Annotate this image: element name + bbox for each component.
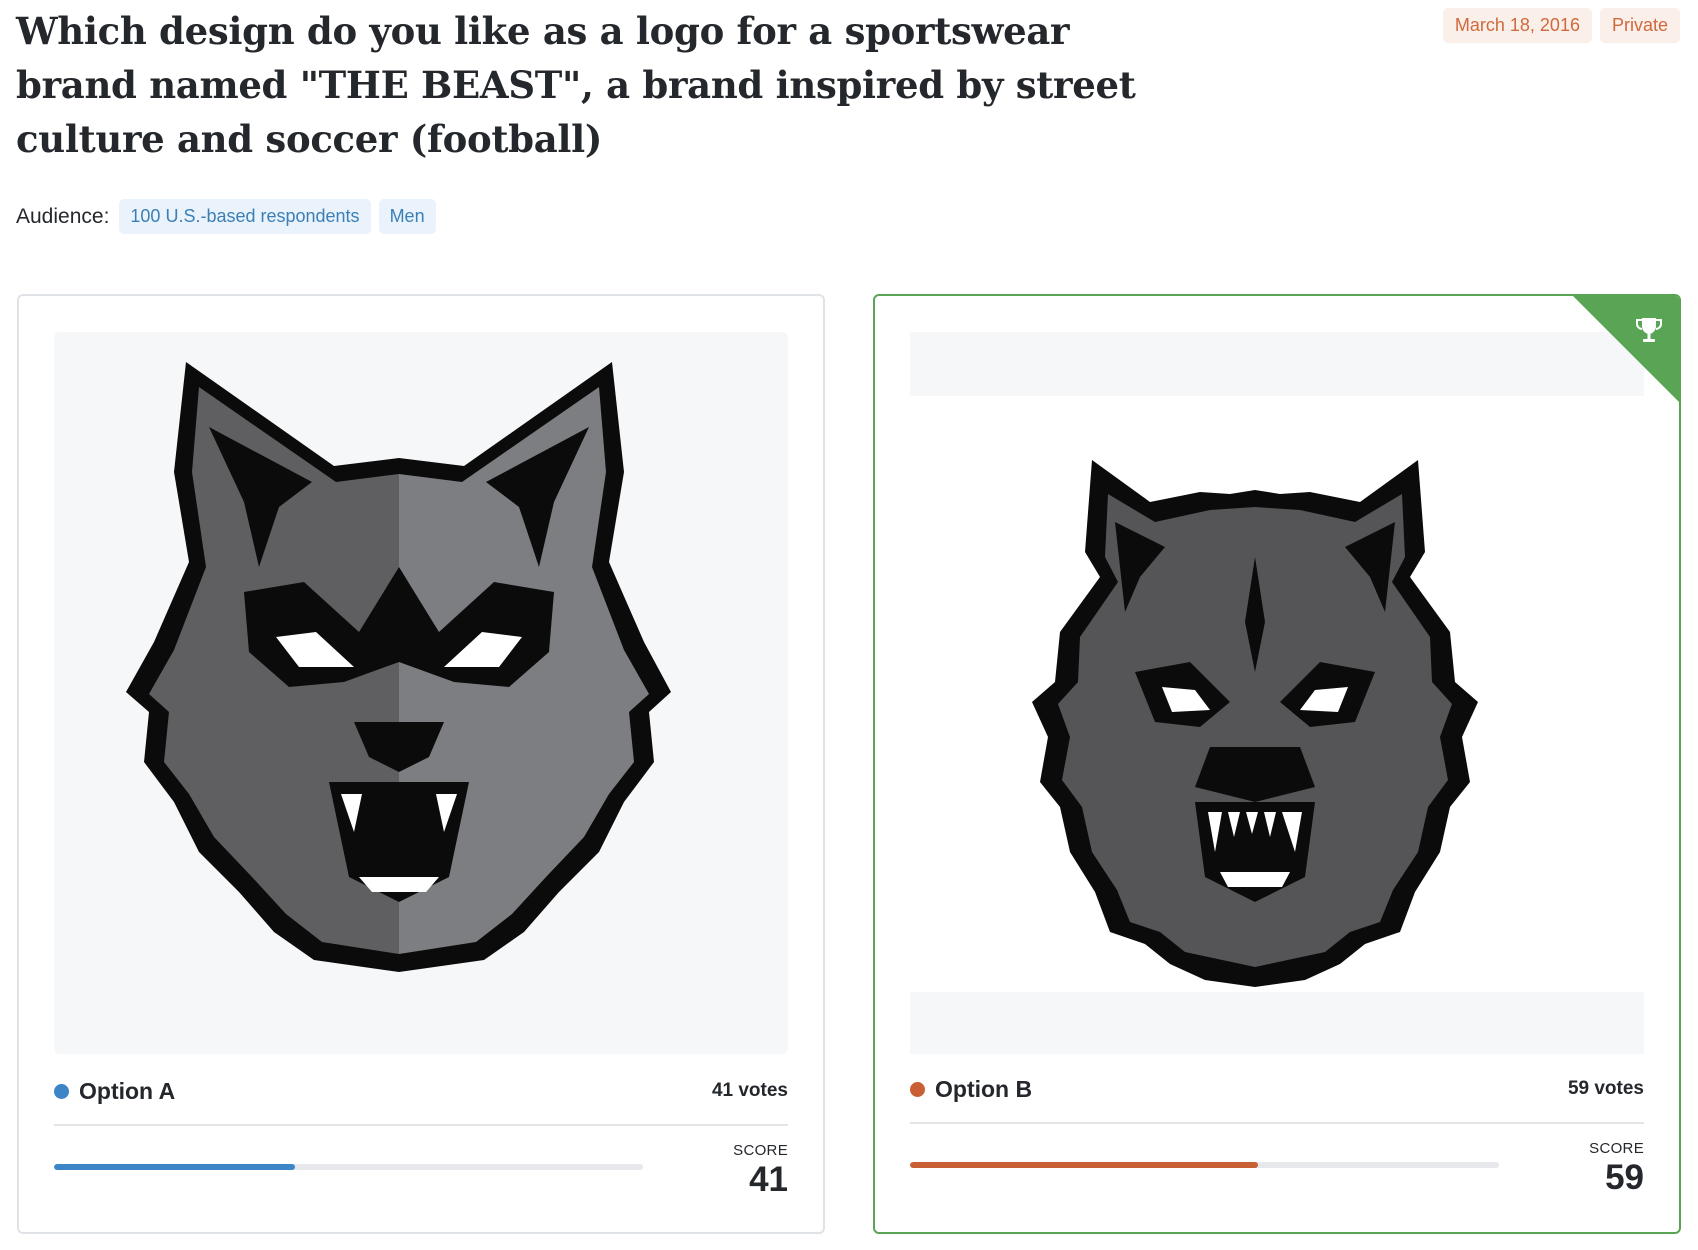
werewolf-logo-icon <box>1032 460 1478 987</box>
audience-label: Audience: <box>16 204 110 228</box>
option-b-color-dot <box>910 1081 925 1097</box>
option-a-header: Option A 41 votes <box>54 1076 788 1106</box>
option-a-color-dot <box>54 1083 69 1099</box>
audience-tag-respondents: 100 U.S.-based respondents <box>119 199 371 234</box>
option-b-score-bar <box>910 1162 1499 1168</box>
private-badge: Private <box>1599 8 1680 43</box>
option-a-score-label: SCORE <box>733 1142 788 1159</box>
option-a-image <box>54 332 788 1054</box>
option-b-score-value: 59 <box>1605 1158 1644 1197</box>
option-b-label: Option B <box>935 1075 1033 1102</box>
wolf-logo-icon <box>126 362 671 972</box>
audience-row: Audience: 100 U.S.-based respondents Men <box>16 199 436 234</box>
winner-ribbon <box>1573 296 1679 402</box>
option-b-image <box>910 332 1644 1054</box>
question-meta: March 18, 2016 Private <box>1442 8 1680 43</box>
trophy-icon <box>1636 318 1662 342</box>
option-b-header: Option B 59 votes <box>910 1074 1644 1104</box>
option-card-a[interactable]: Option A 41 votes SCORE 41 <box>17 294 825 1234</box>
option-b-divider <box>910 1122 1644 1124</box>
option-b-score-fill <box>910 1162 1258 1168</box>
option-a-score-value: 41 <box>749 1160 788 1199</box>
option-a-divider <box>54 1124 788 1126</box>
option-a-label: Option A <box>79 1077 176 1104</box>
date-badge: March 18, 2016 <box>1442 8 1592 43</box>
option-a-score-fill <box>54 1164 296 1170</box>
option-a-score-bar <box>54 1164 643 1170</box>
option-a-votes: 41 votes <box>711 1080 788 1101</box>
question-title: Which design do you like as a logo for a… <box>16 9 1136 161</box>
option-card-b[interactable]: Option B 59 votes SCORE 59 <box>873 294 1681 1234</box>
audience-tag-gender: Men <box>378 199 436 234</box>
option-b-score-label: SCORE <box>1589 1140 1644 1157</box>
option-b-votes: 59 votes <box>1567 1078 1644 1099</box>
